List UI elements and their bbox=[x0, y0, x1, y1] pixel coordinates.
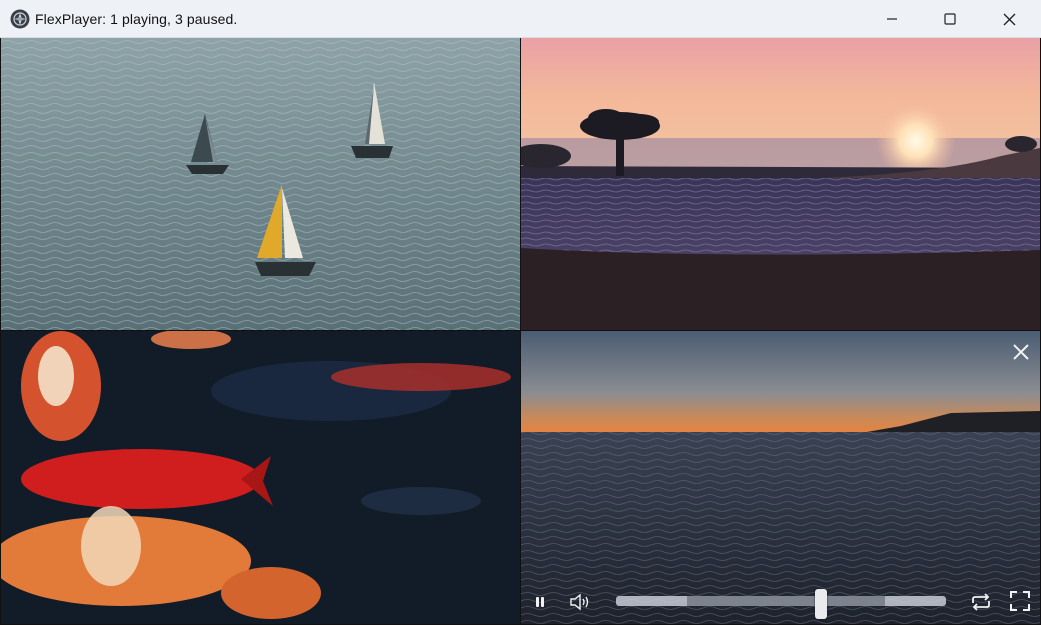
close-icon bbox=[1013, 344, 1029, 360]
title-bar: FlexPlayer: 1 playing, 3 paused. bbox=[0, 0, 1041, 38]
volume-icon bbox=[570, 593, 589, 611]
maximize-button[interactable] bbox=[921, 0, 979, 38]
video-frame-sea-dusk bbox=[521, 331, 1040, 624]
loop-button[interactable] bbox=[968, 591, 994, 613]
koi-fish bbox=[21, 331, 101, 441]
loop-icon bbox=[972, 593, 990, 611]
video-frame-sailboats bbox=[1, 38, 520, 330]
fullscreen-icon bbox=[1010, 591, 1030, 611]
pause-icon bbox=[536, 597, 544, 607]
minimize-button[interactable] bbox=[863, 0, 921, 38]
seek-bar[interactable] bbox=[616, 589, 946, 619]
maximize-icon bbox=[944, 13, 956, 25]
minimize-icon bbox=[887, 18, 897, 20]
video-tile-sunset-lake[interactable] bbox=[521, 38, 1040, 330]
app-window: FlexPlayer: 1 playing, 3 paused. bbox=[0, 0, 1041, 625]
video-frame-koi-fish bbox=[1, 331, 520, 624]
flexplayer-icon bbox=[10, 9, 30, 29]
video-tile-koi-fish[interactable] bbox=[1, 331, 520, 624]
video-tile-sea-dusk[interactable] bbox=[521, 331, 1040, 624]
fullscreen-button[interactable] bbox=[1008, 589, 1032, 613]
close-tile-button[interactable] bbox=[1010, 341, 1032, 363]
seek-buffered-range bbox=[686, 596, 885, 606]
volume-button[interactable] bbox=[568, 591, 592, 613]
window-title: FlexPlayer: 1 playing, 3 paused. bbox=[35, 11, 238, 27]
video-frame-sunset-lake bbox=[521, 38, 1040, 330]
close-icon bbox=[1003, 13, 1015, 25]
close-window-button[interactable] bbox=[980, 0, 1038, 38]
video-tile-sailboats[interactable] bbox=[1, 38, 520, 330]
pause-button[interactable] bbox=[529, 591, 551, 613]
seek-thumb[interactable] bbox=[814, 589, 827, 619]
